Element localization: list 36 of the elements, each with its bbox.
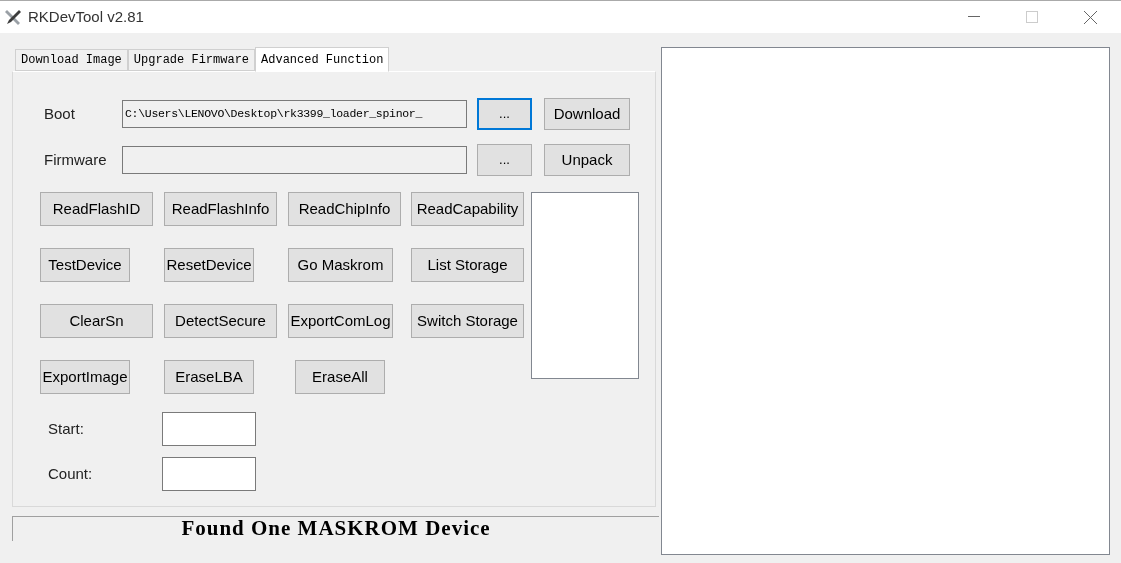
tab[interactable]: Download Image bbox=[15, 49, 128, 71]
command-button[interactable]: ClearSn bbox=[40, 304, 153, 338]
command-button[interactable]: EraseAll bbox=[295, 360, 385, 394]
command-button[interactable]: Switch Storage bbox=[411, 304, 524, 338]
command-button[interactable]: ReadChipInfo bbox=[288, 192, 401, 226]
command-button[interactable]: TestDevice bbox=[40, 248, 130, 282]
tools-icon bbox=[4, 8, 22, 26]
status-bar: Found One MASKROM Device bbox=[12, 516, 659, 541]
action-button[interactable]: Unpack bbox=[544, 144, 630, 176]
command-button[interactable]: ReadCapability bbox=[411, 192, 524, 226]
field-label: Firmware bbox=[43, 149, 108, 170]
command-button[interactable]: DetectSecure bbox=[164, 304, 277, 338]
field-label: Start: bbox=[47, 418, 85, 439]
command-button[interactable]: List Storage bbox=[411, 248, 524, 282]
command-button[interactable]: ReadFlashID bbox=[40, 192, 153, 226]
command-button[interactable]: EraseLBA bbox=[164, 360, 254, 394]
browse-button[interactable]: ... bbox=[477, 144, 532, 176]
input-field[interactable] bbox=[162, 457, 256, 491]
command-button[interactable]: ExportImage bbox=[40, 360, 130, 394]
action-button[interactable]: Download bbox=[544, 98, 630, 130]
tab[interactable]: Advanced Function bbox=[255, 47, 390, 72]
path-field[interactable]: C:\Users\LENOVO\Desktop\rk3399_loader_spinor_ bbox=[122, 100, 467, 128]
list-box[interactable] bbox=[531, 192, 639, 379]
browse-button[interactable]: ... bbox=[477, 98, 532, 130]
window-title: RKDevTool v2.81 bbox=[28, 6, 144, 27]
command-button[interactable]: ExportComLog bbox=[288, 304, 393, 338]
field-label: Boot bbox=[43, 103, 76, 124]
input-field[interactable] bbox=[162, 412, 256, 446]
tab[interactable]: Upgrade Firmware bbox=[127, 49, 256, 71]
close-icon[interactable] bbox=[1084, 10, 1097, 24]
command-button[interactable]: ResetDevice bbox=[164, 248, 254, 282]
command-button[interactable]: ReadFlashInfo bbox=[164, 192, 277, 226]
command-button[interactable]: Go Maskrom bbox=[288, 248, 393, 282]
path-field[interactable] bbox=[122, 146, 467, 174]
minimize-icon[interactable] bbox=[968, 16, 980, 18]
field-label: Count: bbox=[47, 463, 94, 484]
